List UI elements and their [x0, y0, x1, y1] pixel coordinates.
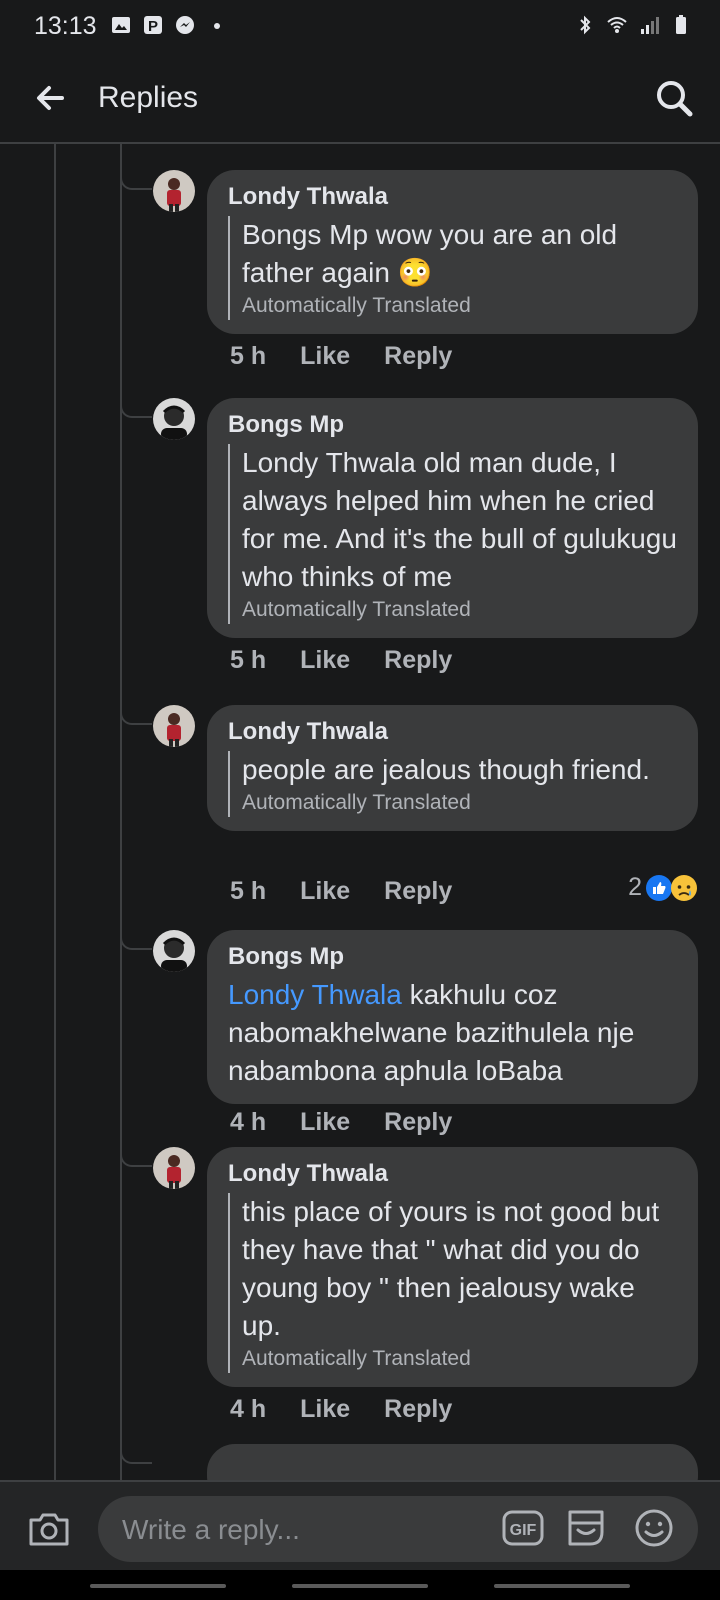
reply-button[interactable]: Reply — [384, 1108, 452, 1137]
gallery-notification-icon — [112, 17, 130, 33]
battery-icon — [676, 15, 686, 34]
reply-thread[interactable]: Londy Thwala Bongs Mp wow you are an old… — [0, 144, 720, 1480]
translated-label[interactable]: Automatically Translated — [242, 1345, 678, 1373]
reaction-count: 2 — [628, 873, 642, 901]
avatar[interactable] — [153, 1147, 195, 1189]
comment-author[interactable]: Londy Thwala — [228, 1159, 678, 1189]
translated-quote: this place of yours is not good but they… — [228, 1193, 678, 1373]
reply-button[interactable]: Reply — [384, 646, 452, 675]
system-nav-bar — [0, 1570, 720, 1600]
translated-quote: Londy Thwala old man dude, I always help… — [228, 444, 678, 624]
comment-text: Londy Thwala old man dude, I always help… — [242, 447, 677, 592]
comment-actions: 4 h Like Reply — [230, 1395, 452, 1424]
comment-time: 5 h — [230, 646, 267, 674]
comment-time: 5 h — [230, 342, 267, 370]
mention-link[interactable]: Londy Thwala — [228, 979, 402, 1010]
comment-author[interactable]: Bongs Mp — [228, 410, 678, 440]
avatar[interactable] — [153, 930, 195, 972]
bluetooth-icon — [580, 15, 591, 35]
comment-bubble[interactable]: Bongs Mp Londy Thwala kakhulu coz naboma… — [207, 930, 698, 1104]
comment-text: people are jealous though friend. — [242, 754, 650, 785]
translated-quote: Bongs Mp wow you are an old father again… — [228, 216, 678, 320]
comment-bubble[interactable]: Londy Thwala Bongs Mp wow you are an old… — [207, 170, 698, 334]
comment-actions: 5 h Like Reply — [230, 877, 452, 906]
comment-time: 4 h — [230, 1395, 267, 1423]
nav-home-button[interactable] — [292, 1584, 428, 1588]
like-button[interactable]: Like — [300, 877, 350, 906]
comment-bubble[interactable] — [207, 1444, 698, 1480]
wifi-icon — [607, 17, 627, 33]
status-bar: 13:13 P — [0, 0, 720, 56]
back-arrow-icon[interactable] — [28, 76, 72, 120]
camera-icon[interactable] — [26, 1506, 72, 1552]
translated-label[interactable]: Automatically Translated — [242, 596, 678, 624]
svg-text:GIF: GIF — [510, 1522, 537, 1539]
like-button[interactable]: Like — [300, 1395, 350, 1424]
nav-back-button[interactable] — [494, 1584, 630, 1588]
reply-button[interactable]: Reply — [384, 1395, 452, 1424]
reply-field[interactable]: GIF — [98, 1496, 698, 1564]
gif-icon[interactable]: GIF — [502, 1508, 544, 1548]
nav-recent-button[interactable] — [90, 1584, 226, 1588]
comment-time: 5 h — [230, 877, 267, 905]
parking-app-notification-icon: P — [144, 16, 162, 35]
svg-text:P: P — [148, 18, 158, 35]
emoji-icon[interactable] — [632, 1506, 676, 1550]
comment-author[interactable]: Londy Thwala — [228, 717, 678, 747]
reaction-summary[interactable]: 2 — [628, 873, 698, 902]
sad-reaction-icon — [671, 874, 697, 901]
app-bar: Replies — [0, 56, 720, 144]
comment-bubble[interactable]: Bongs Mp Londy Thwala old man dude, I al… — [207, 398, 698, 638]
page-title: Replies — [98, 81, 199, 114]
like-button[interactable]: Like — [300, 646, 350, 675]
avatar[interactable] — [153, 705, 195, 747]
translated-label[interactable]: Automatically Translated — [242, 292, 678, 320]
avatar[interactable] — [153, 398, 195, 440]
dot-indicator-icon — [214, 23, 220, 29]
like-button[interactable]: Like — [300, 1108, 350, 1137]
comment-bubble[interactable]: Londy Thwala this place of yours is not … — [207, 1147, 698, 1387]
messenger-notification-icon — [176, 16, 194, 34]
translated-quote: people are jealous though friend. Automa… — [228, 751, 678, 817]
thread-line — [54, 144, 56, 1480]
like-button[interactable]: Like — [300, 342, 350, 371]
reply-composer: GIF — [0, 1480, 720, 1572]
sticker-icon[interactable] — [564, 1506, 608, 1550]
reply-button[interactable]: Reply — [384, 877, 452, 906]
signal-icon — [641, 17, 659, 34]
comment-author[interactable]: Londy Thwala — [228, 182, 678, 212]
status-time: 13:13 — [34, 12, 97, 40]
comment-text: this place of yours is not good but they… — [242, 1196, 660, 1341]
comment-bubble[interactable]: Londy Thwala people are jealous though f… — [207, 705, 698, 831]
reply-input[interactable] — [120, 1496, 484, 1564]
comment-author[interactable]: Bongs Mp — [228, 942, 678, 972]
translated-label[interactable]: Automatically Translated — [242, 789, 678, 817]
like-reaction-icon — [646, 874, 672, 901]
comment-actions: 4 h Like Reply — [230, 1108, 452, 1137]
search-icon[interactable] — [650, 74, 698, 122]
comment-actions: 5 h Like Reply — [230, 646, 452, 675]
comment-time: 4 h — [230, 1108, 267, 1136]
comment-text: Londy Thwala kakhulu coz nabomakhelwane … — [228, 976, 678, 1090]
thread-line — [120, 144, 122, 1480]
comment-text: Bongs Mp wow you are an old father again… — [242, 219, 618, 288]
reply-button[interactable]: Reply — [384, 342, 452, 371]
avatar[interactable] — [153, 170, 195, 212]
comment-actions: 5 h Like Reply — [230, 342, 452, 371]
